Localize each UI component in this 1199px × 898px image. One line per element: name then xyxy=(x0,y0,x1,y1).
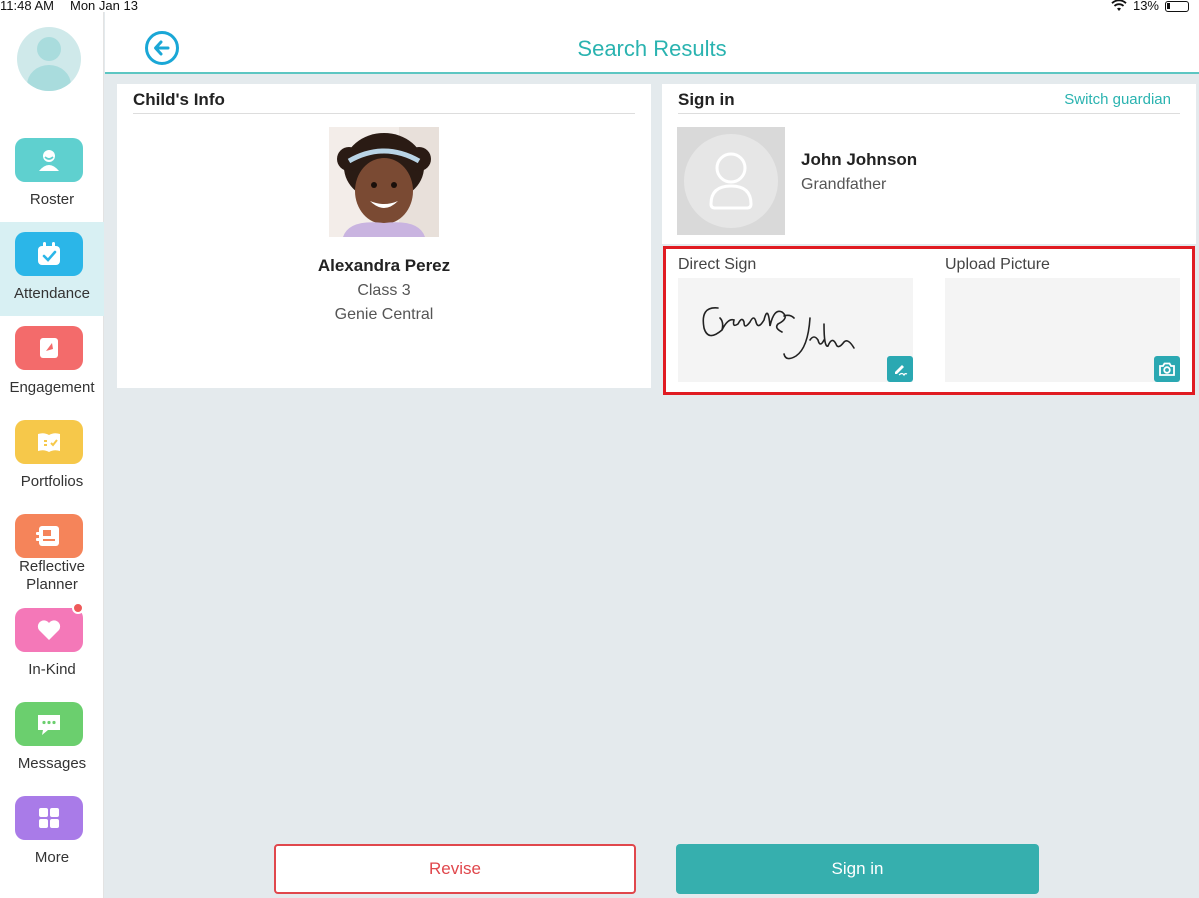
sidebar-label-roster: Roster xyxy=(29,191,75,208)
child-photo xyxy=(329,127,439,237)
signature-section: Direct Sign Upload Picture xyxy=(663,246,1195,395)
sign-in-title: Sign in xyxy=(678,90,735,109)
user-avatar[interactable] xyxy=(17,27,81,91)
child-info-title: Child's Info xyxy=(133,90,225,109)
planner-icon xyxy=(15,514,83,558)
status-bar: 11:48 AM Mon Jan 13 13% xyxy=(0,0,1199,12)
direct-sign-label: Direct Sign xyxy=(678,256,757,273)
sidebar-item-in-kind[interactable]: In-Kind xyxy=(0,598,104,692)
switch-guardian-link[interactable]: Switch guardian xyxy=(1064,91,1171,108)
header: Search Results xyxy=(105,12,1199,74)
direct-sign-area[interactable] xyxy=(678,278,913,382)
status-right: 13% xyxy=(1111,0,1189,12)
guardian-avatar xyxy=(677,127,785,235)
sidebar-label-portfolios: Portfolios xyxy=(20,473,84,490)
child-name: Alexandra Perez xyxy=(317,256,451,275)
upload-picture-area[interactable] xyxy=(945,278,1180,382)
sidebar-item-portfolios[interactable]: Portfolios xyxy=(0,410,104,504)
divider xyxy=(678,113,1180,114)
camera-button[interactable] xyxy=(1154,356,1180,382)
avatar-body xyxy=(27,65,71,91)
sign-in-button[interactable]: Sign in xyxy=(676,844,1039,894)
sidebar-label-messages: Messages xyxy=(17,755,87,772)
status-date: Mon Jan 13 xyxy=(70,0,138,13)
sidebar-item-roster[interactable]: Roster xyxy=(0,128,104,222)
sidebar-label-more: More xyxy=(34,849,70,866)
upload-picture-label: Upload Picture xyxy=(945,256,1050,273)
sidebar-item-attendance[interactable]: Attendance xyxy=(0,222,104,316)
status-time: 11:48 AM xyxy=(0,0,54,13)
wifi-icon xyxy=(1111,0,1127,11)
sidebar-item-more[interactable]: More xyxy=(0,786,104,880)
sidebar-label-in-kind: In-Kind xyxy=(28,661,76,678)
child-class: Class 3 xyxy=(357,282,411,299)
battery-icon xyxy=(1165,0,1189,12)
heart-icon xyxy=(15,608,83,652)
child-center: Genie Central xyxy=(334,306,434,323)
pen-icon xyxy=(895,365,908,377)
page-title: Search Results xyxy=(577,36,727,61)
sidebar-item-engagement[interactable]: Engagement xyxy=(0,316,104,410)
book-icon xyxy=(15,420,83,464)
camera-icon xyxy=(1159,362,1175,376)
signature-drawing xyxy=(702,307,855,360)
revise-button[interactable]: Revise xyxy=(274,844,636,894)
edit-signature-button[interactable] xyxy=(887,356,913,382)
divider xyxy=(133,113,635,114)
grid-icon xyxy=(15,796,83,840)
flag-icon xyxy=(15,326,83,370)
guardian-relation: Grandfather xyxy=(801,176,887,193)
sidebar-label-attendance: Attendance xyxy=(14,285,90,302)
child-info-panel: Child's Info Alexandra Perez Class 3 Gen… xyxy=(117,84,651,388)
sidebar-item-messages[interactable]: Messages xyxy=(0,692,104,786)
sidebar-item-reflective-planner[interactable]: Reflective Planner xyxy=(0,504,104,598)
sidebar: Roster Attendance Engagement Portfolios … xyxy=(0,0,104,898)
notification-dot xyxy=(72,602,84,614)
person-placeholder-icon xyxy=(684,134,778,228)
avatar-head xyxy=(37,37,61,61)
sidebar-label-engagement: Engagement xyxy=(9,379,95,396)
sign-in-panel: Sign in Switch guardian John Johnson Gra… xyxy=(662,84,1196,244)
user-icon xyxy=(15,138,83,182)
battery-percent: 13% xyxy=(1132,0,1159,13)
guardian-name: John Johnson xyxy=(801,150,918,169)
child-portrait-icon xyxy=(329,127,439,237)
sidebar-label-reflective-planner: Reflective Planner xyxy=(19,558,85,593)
chat-icon xyxy=(15,702,83,746)
calendar-check-icon xyxy=(15,232,83,276)
